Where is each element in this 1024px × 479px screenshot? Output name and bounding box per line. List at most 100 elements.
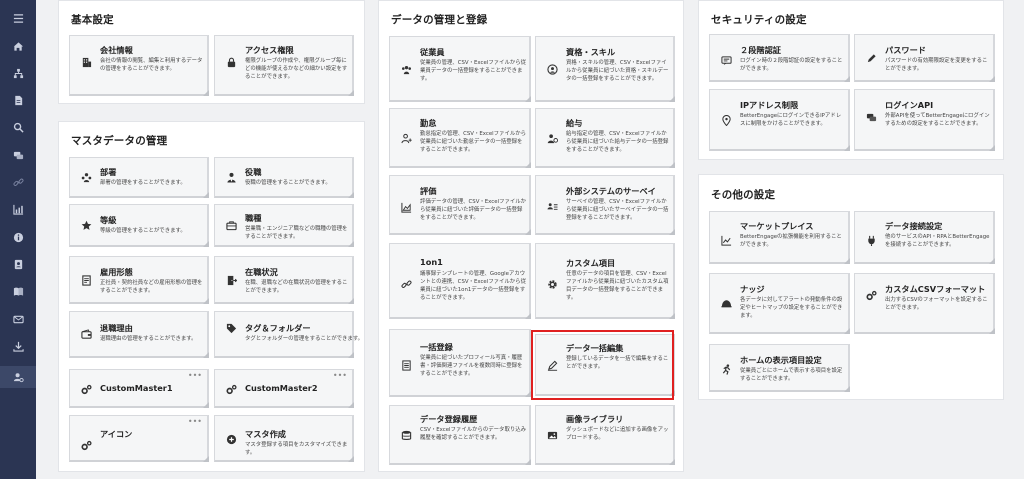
card-custom-csv-format[interactable]: カスタムCSVフォーマット 出力するCSVのフォーマットを設定することができます… xyxy=(854,273,995,334)
card-title: 従業員 xyxy=(420,47,445,57)
card-master-create[interactable]: マスタ作成 マスタ登録する項目をカスタマイズできます。 xyxy=(214,415,354,462)
org-chart-icon xyxy=(81,172,92,183)
card-qualifications[interactable]: 資格・スキル 資格・スキルの管理、CSV・Excelファイルから従業員に紐づいた… xyxy=(535,36,675,102)
card-department[interactable]: 部署 部署の管理をすることができます。 xyxy=(69,157,209,198)
card-desc: 勤怠指定の管理、CSV・Excelファイルから従業員に紐づいた勤怠データの一括登… xyxy=(420,131,527,153)
running-person-icon xyxy=(721,364,732,375)
card-title: 資格・スキル xyxy=(566,47,616,57)
file-list-icon xyxy=(401,360,412,371)
card-custom-fields[interactable]: カスタム項目 任意のデータの項目を管理、CSV・Excelファイルから従業員に紐… xyxy=(535,243,675,319)
card-login-api[interactable]: ログインAPI 外部APIを使ってBetterEngageにログインするための設… xyxy=(854,89,995,151)
chat-icon xyxy=(866,112,877,123)
card-title: 給与 xyxy=(566,118,583,128)
card-desc: マスタ登録する項目をカスタマイズできます。 xyxy=(245,442,348,456)
card-title: 等級 xyxy=(100,215,117,225)
card-desc: サーベイの管理、CSV・Excelファイルから従業員に紐づいたサーベイデータの一… xyxy=(566,199,669,221)
document-icon[interactable] xyxy=(0,90,36,110)
lock-icon xyxy=(226,57,237,68)
card-attendance[interactable]: 勤怠 勤怠指定の管理、CSV・Excelファイルから従業員に紐づいた勤怠データの… xyxy=(389,108,531,168)
panel-master-data: マスタデータの管理 部署 部署の管理をすることができます。 役職 役職の管理をす… xyxy=(58,121,365,472)
card-marketplace[interactable]: マーケットプレイス BetterEngageの拡張機能を利用することができます。 xyxy=(709,211,850,264)
card-title: 勤怠 xyxy=(420,118,437,128)
card-salary[interactable]: 給与 給与指定の管理、CSV・Excelファイルから従業員に紐づいた給与データの… xyxy=(535,108,675,168)
menu-icon[interactable] xyxy=(0,8,36,28)
card-ip-restriction[interactable]: IPアドレス制限 BetterEngageにログインできるIPアドレスに制限をか… xyxy=(709,89,850,151)
card-nudge[interactable]: ナッジ 各データに対してアラートの発動条件の設定やヒートマップの設定をすることが… xyxy=(709,273,850,334)
star-icon xyxy=(81,220,92,231)
user-tie-icon xyxy=(226,172,237,183)
door-exit-icon xyxy=(226,275,237,286)
chat-icon[interactable] xyxy=(0,145,36,165)
card-image-library[interactable]: 画像ライブラリ ダッシュボードなどに追加する画像をアップロードする。 xyxy=(535,405,675,465)
card-desc: 従業員の管理、CSV・Excelファイルから従業員データの一括登録をすることがで… xyxy=(420,60,527,82)
card-company-info[interactable]: 会社情報 会社の情報の閲覧、編集と利用するデータの管理をすることができます。 xyxy=(69,35,209,96)
card-grade[interactable]: 等級 等級の管理をすることができます。 xyxy=(69,204,209,247)
panel-other-settings: その他の設定 マーケットプレイス BetterEngageの拡張機能を利用するこ… xyxy=(698,174,1004,400)
card-title: 在職状況 xyxy=(245,267,278,277)
card-custom-master-1[interactable]: ••• CustomMaster1 xyxy=(69,369,209,408)
book-icon[interactable] xyxy=(0,281,36,301)
card-password[interactable]: パスワード パスワードの有効期限設定を変更をすることができます。 xyxy=(854,34,995,82)
card-icon-master[interactable]: ••• アイコン xyxy=(69,415,209,462)
pencil-icon xyxy=(866,53,877,64)
card-work-status[interactable]: 在職状況 在職、退職などの在職状況の管理をすることができます。 xyxy=(214,256,354,304)
card-title: 画像ライブラリ xyxy=(566,414,624,424)
card-desc: 外部APIを使ってBetterEngageにログインするための設定をすることがで… xyxy=(885,113,990,127)
card-title: ナッジ xyxy=(740,284,765,294)
card-desc: 各データに対してアラートの発動条件の設定やヒートマップの設定をすることができます… xyxy=(740,297,843,319)
image-icon xyxy=(547,430,558,441)
card-desc: 他のサービスのAPI・RPAとBetterEngageを接続することができます。 xyxy=(885,234,990,248)
card-desc: 任意のデータの項目を管理、CSV・Excelファイルから従業員に紐づいたカスタム… xyxy=(566,271,669,301)
card-import-history[interactable]: データ登録履歴 CSV・Excelファイルからのデータ取り込み履歴を確認すること… xyxy=(389,405,531,465)
contract-icon xyxy=(81,275,92,286)
card-employment-type[interactable]: 雇用形態 正社員・契約社員などの雇用形態の管理をすることができます。 xyxy=(69,256,209,304)
more-options-icon[interactable]: ••• xyxy=(188,417,202,426)
card-employees[interactable]: 従業員 従業員の管理、CSV・Excelファイルから従業員データの一括登録をする… xyxy=(389,36,531,102)
contact-card-icon[interactable] xyxy=(0,254,36,274)
user-settings-icon[interactable] xyxy=(0,366,36,388)
card-title: アクセス権限 xyxy=(245,45,294,55)
search-icon[interactable] xyxy=(0,117,36,137)
card-position[interactable]: 役職 役職の管理をすることができます。 xyxy=(214,157,354,198)
card-data-connection[interactable]: データ接続設定 他のサービスのAPI・RPAとBetterEngageを接続する… xyxy=(854,211,995,264)
card-title: 役職 xyxy=(245,167,262,177)
card-evaluation[interactable]: 評価 評価データの管理、CSV・Excelファイルから従業員に紐づいた評価データ… xyxy=(389,175,531,235)
card-desc: 役職の管理をすることができます。 xyxy=(245,180,331,186)
link-icon xyxy=(401,279,412,290)
card-external-survey[interactable]: 外部システムのサーベイ サーベイの管理、CSV・Excelファイルから従業員に紐… xyxy=(535,175,675,235)
user-badge-icon xyxy=(547,64,558,75)
card-1on1[interactable]: 1on1 議事録テンプレートの管理、Googleアカウントとの連携、CSV・Ex… xyxy=(389,243,531,319)
card-custom-master-2[interactable]: ••• CustomMaster2 xyxy=(214,369,354,408)
cogs-icon xyxy=(81,440,92,451)
card-bulk-registration[interactable]: 一括登録 従業員に紐づいたプロフィール写真・履歴書・評価関連ファイルを複数同時に… xyxy=(389,329,531,397)
more-options-icon[interactable]: ••• xyxy=(333,371,347,380)
card-desc: 等級の管理をすることができます。 xyxy=(100,228,186,234)
card-job-type[interactable]: 職種 営業職・エンジニア職などの職種の管理をすることができます。 xyxy=(214,204,354,247)
card-desc: 権限グループの作成や、権限グループ毎にどの機能が使えるかなどの細かい設定をするこ… xyxy=(245,58,348,80)
card-retirement-reason[interactable]: 退職理由 退職理由の管理をすることができます。 xyxy=(69,311,209,358)
download-icon[interactable] xyxy=(0,336,36,356)
card-title: CustomMaster2 xyxy=(245,383,318,393)
info-icon[interactable] xyxy=(0,227,36,247)
home-icon[interactable] xyxy=(0,36,36,56)
card-access-rights[interactable]: アクセス権限 権限グループの作成や、権限グループ毎にどの機能が使えるかなどの細か… xyxy=(214,35,354,96)
database-icon xyxy=(401,430,412,441)
message-screen-icon xyxy=(721,55,732,66)
card-two-factor-auth[interactable]: ２段階認証 ログイン時の２段階認証の設定をすることができます。 xyxy=(709,34,850,82)
card-desc: タグとフォルダーの管理をすることができます。 xyxy=(245,336,364,342)
chart-icon[interactable] xyxy=(0,199,36,219)
card-desc: 従業員ごとにホームで表示する項目を設定することができます。 xyxy=(740,368,843,382)
card-title: アイコン xyxy=(100,429,133,439)
org-chart-icon[interactable] xyxy=(0,63,36,83)
card-tags-folders[interactable]: タグ＆フォルダー タグとフォルダーの管理をすることができます。 xyxy=(214,311,363,358)
card-desc: ログイン時の２段階認証の設定をすることができます。 xyxy=(740,58,843,72)
card-home-display-items[interactable]: ホームの表示項目設定 従業員ごとにホームで表示する項目を設定することができます。 xyxy=(709,344,850,392)
link-icon[interactable] xyxy=(0,172,36,192)
more-options-icon[interactable]: ••• xyxy=(188,371,202,380)
mail-icon[interactable] xyxy=(0,309,36,329)
card-title: ２段階認証 xyxy=(740,45,781,55)
briefcase-icon xyxy=(226,220,237,231)
user-plus-icon xyxy=(401,133,412,144)
card-desc: ダッシュボードなどに追加する画像をアップロードする。 xyxy=(566,427,669,441)
card-desc: 資格・スキルの管理、CSV・Excelファイルから従業員に紐づいた資格・スキルデ… xyxy=(566,60,669,82)
